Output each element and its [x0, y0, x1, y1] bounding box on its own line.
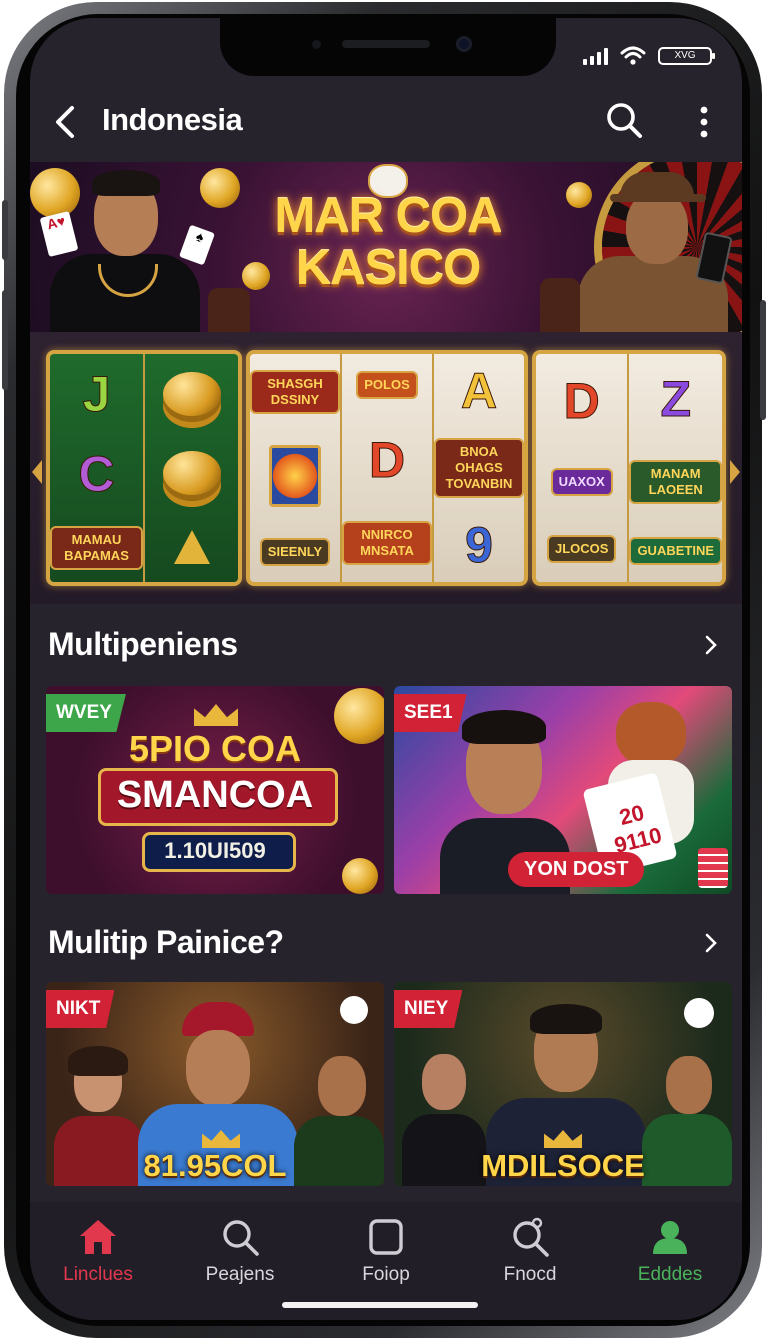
speaker	[342, 40, 430, 48]
play-button[interactable]: YON DOST	[508, 852, 645, 887]
app-header: Indonesia	[30, 90, 742, 160]
chair	[208, 288, 250, 332]
screen: XVG Indonesia A♥ ♠ MAR COA KASICO J C MA…	[30, 18, 742, 1320]
bottom-nav: Linclues Peajens Foiop Fnocd Edddes	[30, 1202, 742, 1320]
slot-badge: SHASGH DSSINY	[250, 369, 340, 414]
nav-label: Foiop	[362, 1264, 410, 1285]
slot-symbol: J	[82, 366, 111, 423]
slot-badge: GUABETINE	[629, 537, 722, 566]
chip-stack	[698, 848, 728, 888]
slot-symbol: Z	[660, 370, 692, 427]
slot-left-arrow-icon[interactable]	[32, 460, 42, 484]
reel: SHASGH DSSINY SIEENLY	[250, 354, 342, 582]
card-title: SMANCOA	[116, 774, 314, 816]
slot-badge: UAXOX	[550, 467, 613, 496]
game-card[interactable]: SEE1 20 9110 YON DOST	[394, 686, 732, 894]
home-icon	[80, 1220, 116, 1254]
slot-badge: MANAM LAOEEN	[629, 459, 722, 504]
nav-item-home[interactable]: Linclues	[38, 1216, 158, 1286]
back-arrow-icon[interactable]	[48, 102, 88, 142]
reel: A BNOA OHAGS TOVANBIN 9	[434, 354, 524, 582]
nav-item-search[interactable]: Peajens	[180, 1216, 300, 1286]
card-title: 5PIO COA	[128, 728, 302, 769]
more-options-icon[interactable]	[694, 102, 714, 142]
info-badge-icon	[684, 998, 714, 1028]
card-tag: NIEY	[394, 990, 463, 1028]
reel-set-2: SHASGH DSSINY SIEENLY POLOS D NNIRCO MNS…	[246, 350, 528, 586]
nav-label: Fnocd	[503, 1264, 557, 1285]
section-title: Multipeniens	[48, 626, 238, 662]
card-amount: 1.10UI509	[164, 838, 266, 863]
nav-item-profile[interactable]: Edddes	[610, 1216, 730, 1286]
reel: J C MAMAU BAPAMAS	[50, 354, 145, 582]
section-title: Mulitip Painice?	[48, 924, 284, 960]
square-icon	[369, 1219, 403, 1255]
sensor	[312, 40, 321, 49]
slot-badge: NNIRCO MNSATA	[342, 521, 432, 566]
reel: Z MANAM LAOEEN GUABETINE	[629, 354, 722, 582]
reel: D UAXOX JLOCOS	[536, 354, 630, 582]
nav-label: Peajens	[205, 1264, 275, 1285]
slot-badge: POLOS	[356, 370, 418, 399]
chair	[540, 278, 580, 332]
nav-item-square[interactable]: Foiop	[326, 1216, 446, 1286]
page-title: Indonesia	[102, 102, 243, 137]
search-icon	[223, 1220, 259, 1256]
battery-icon: XVG	[658, 47, 715, 65]
card-tag: NIKT	[46, 990, 115, 1028]
notch	[220, 18, 556, 76]
slot-right-arrow-icon[interactable]	[730, 460, 740, 484]
slot-badge: JLOCOS	[546, 534, 617, 563]
reel-set-1: J C MAMAU BAPAMAS	[46, 350, 242, 586]
slot-machine[interactable]: J C MAMAU BAPAMAS SHASGH DSSINY SIEENLY	[30, 332, 742, 604]
reel-set-3: D UAXOX JLOCOS Z MANAM LAOEEN GUABETINE	[532, 350, 726, 586]
coin-stack-icon	[162, 450, 221, 495]
front-camera	[456, 36, 472, 52]
card-tag: WVEY	[46, 694, 126, 732]
signal-icon	[583, 47, 608, 65]
slot-badge: MAMAU BAPAMAS	[50, 526, 143, 570]
phone-prop	[695, 231, 733, 285]
game-card[interactable]: WVEY 5PIO COA SMANCOA 1.10UI509	[46, 686, 384, 894]
card-amount: 81.95COL	[143, 1148, 287, 1183]
search-badge-icon	[513, 1217, 549, 1257]
slot-symbol: C	[78, 446, 115, 503]
reel	[145, 354, 238, 582]
nav-label: Edddes	[637, 1264, 703, 1285]
fire-symbol-icon	[269, 444, 321, 507]
profile-icon	[653, 1221, 687, 1254]
slot-badge: SIEENLY	[259, 538, 331, 567]
logo-line1: MAR COA	[274, 189, 502, 243]
person-right	[570, 162, 740, 332]
logo-line2: KASICO	[295, 241, 482, 295]
slot-badge: BNOA OHAGS TOVANBIN	[434, 437, 524, 498]
status-bar: XVG	[583, 46, 715, 66]
search-icon[interactable]	[604, 100, 644, 140]
device: XVG Indonesia A♥ ♠ MAR COA KASICO J C MA…	[0, 0, 768, 1344]
bell-icon	[173, 530, 210, 565]
game-card[interactable]: NIEY MDILSOCE	[394, 982, 732, 1186]
chevron-right-icon[interactable]	[700, 634, 722, 656]
crown-icon	[194, 704, 238, 726]
slot-symbol: A	[460, 363, 498, 420]
casino-logo: MAR COA KASICO	[246, 190, 530, 294]
reel: POLOS D NNIRCO MNSATA	[342, 354, 434, 582]
chevron-right-icon[interactable]	[700, 932, 722, 954]
slot-symbol: 9	[465, 516, 494, 573]
card-amount: MDILSOCE	[481, 1148, 645, 1183]
dog-mascot-icon	[616, 702, 686, 766]
hero-banner[interactable]: A♥ ♠ MAR COA KASICO	[30, 162, 742, 332]
nav-label: Linclues	[63, 1264, 133, 1285]
slot-symbol: D	[368, 431, 406, 488]
wifi-icon	[620, 46, 646, 65]
home-indicator[interactable]	[282, 1302, 478, 1308]
info-badge-icon	[340, 996, 368, 1024]
game-card[interactable]: NIKT 81.95COL	[46, 982, 384, 1186]
slot-symbol: D	[563, 373, 600, 430]
nav-item-find[interactable]: Fnocd	[470, 1216, 590, 1286]
coin-stack-icon	[162, 371, 221, 416]
